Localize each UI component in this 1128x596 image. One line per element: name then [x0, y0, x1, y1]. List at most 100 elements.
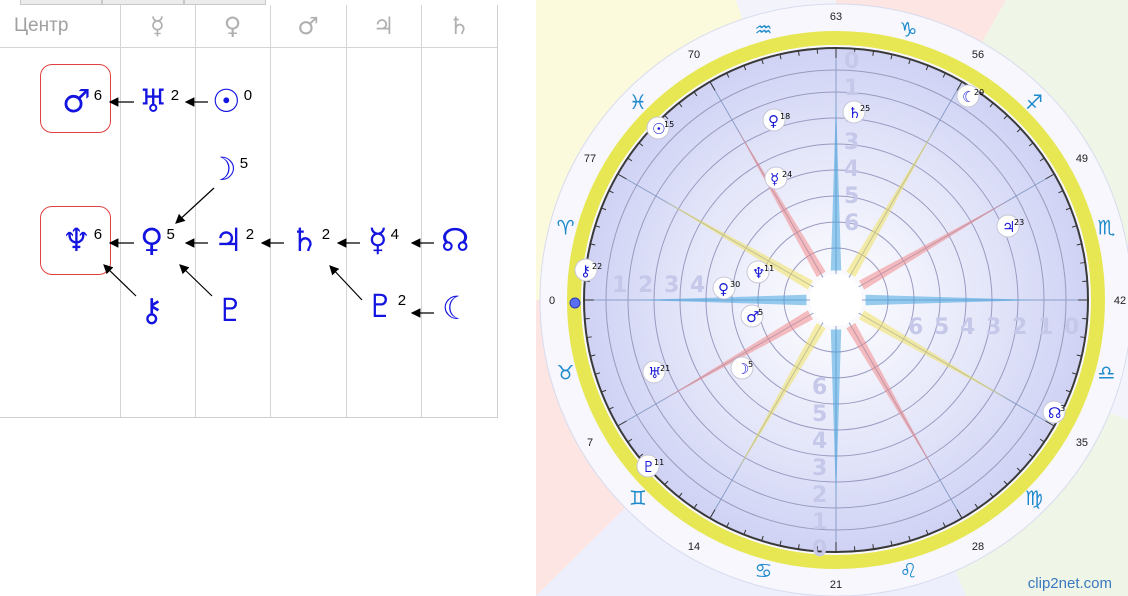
- lilith-degree: 29: [974, 88, 984, 97]
- node-node[interactable]: ☊: [441, 222, 472, 258]
- planet-marker-moon[interactable]: ☽5: [730, 356, 754, 380]
- neptune-icon: ♆: [62, 221, 91, 259]
- moon-degree: 5: [748, 360, 753, 369]
- proserpina-degree: 11: [654, 458, 664, 467]
- house-number: 4: [690, 273, 705, 298]
- house-number: 3: [664, 273, 679, 298]
- house-number: 6: [812, 375, 827, 400]
- uranus-degree: 21: [660, 364, 670, 373]
- planet-marker-node[interactable]: ☊3: [1042, 400, 1066, 424]
- sun-node[interactable]: ☉ 0: [212, 83, 252, 119]
- zodiac-sign-icon: ♈: [557, 216, 575, 240]
- pluto-icon: ♀: [768, 112, 779, 130]
- header-venus-icon: ♀: [223, 12, 242, 40]
- pluto-node[interactable]: ♇ 2: [366, 288, 406, 324]
- wheel-svg: 1234654321001234566543210 63564942352821…: [536, 0, 1128, 596]
- degree-label: 49: [1076, 153, 1088, 165]
- mercury-icon: ☿: [368, 221, 388, 259]
- uranus-node[interactable]: ♅ 2: [139, 83, 179, 119]
- degree-label: 35: [1076, 437, 1088, 449]
- saturn-icon: ♄: [290, 221, 319, 259]
- zodiac-sign-icon: ♋: [755, 558, 773, 582]
- house-number: 3: [986, 315, 1001, 340]
- proserpina-icon: ♇: [216, 291, 245, 329]
- degree-label: 0: [549, 295, 555, 307]
- house-number: 2: [1012, 315, 1027, 340]
- degree-label: 42: [1114, 295, 1126, 307]
- degree-label: 21: [830, 579, 842, 591]
- zodiac-sign-icon: ♏: [1097, 216, 1115, 240]
- house-number: 3: [812, 456, 827, 481]
- neptune-value: 6: [93, 226, 103, 243]
- zodiac-sign-icon: ♓: [629, 90, 647, 114]
- venus-icon: ♀: [718, 280, 729, 298]
- sun-degree: 15: [664, 120, 674, 129]
- degree-label: 63: [830, 11, 842, 23]
- planet-marker-mars[interactable]: ♂5: [740, 304, 764, 328]
- house-number: 5: [812, 402, 827, 427]
- jupiter-icon: ♃: [214, 221, 243, 259]
- saturn-node[interactable]: ♄ 2: [290, 222, 330, 258]
- mercury-degree: 24: [782, 170, 792, 179]
- degree-label: 28: [972, 541, 984, 553]
- house-number: 0: [812, 537, 827, 562]
- watermark: clip2net.com: [1027, 575, 1112, 592]
- header-center-label: Центр: [14, 15, 69, 36]
- house-number: 1: [1038, 315, 1053, 340]
- house-number: 1: [612, 273, 627, 298]
- house-number: 6: [844, 211, 859, 236]
- saturn-value: 2: [321, 226, 331, 243]
- house-number: 1: [812, 510, 827, 535]
- mars-degree: 5: [758, 308, 763, 317]
- venus-value: 5: [166, 226, 175, 243]
- house-number: 6: [908, 315, 923, 340]
- header-mars-icon: ♂: [297, 12, 319, 40]
- jupiter-value: 2: [245, 226, 255, 243]
- dispositor-panel: Центр ☿ ♀ ♂ ♃ ♄ ♂ 6 ♅ 2 ☉ 0 ☽ 5 ♆ 6 ♀ 5 …: [0, 0, 536, 596]
- header-mercury-icon: ☿: [150, 12, 165, 40]
- neptune-node[interactable]: ♆ 6: [62, 222, 102, 258]
- proserpina-node[interactable]: ♇: [216, 292, 248, 328]
- node-degree: 3: [1060, 404, 1065, 413]
- degree-label: 7: [587, 437, 593, 449]
- house-number: 4: [812, 429, 827, 454]
- venus-node[interactable]: ♀ 5: [140, 222, 175, 258]
- saturn-degree: 25: [860, 104, 870, 113]
- mars-node[interactable]: ♂ 6: [62, 83, 102, 119]
- column-divider: [195, 5, 196, 417]
- moon-node[interactable]: ☽ 5: [208, 151, 248, 187]
- degree-label: 56: [972, 49, 984, 61]
- zodiac-sign-icon: ♒: [755, 18, 773, 42]
- venus-icon: ♀: [140, 221, 164, 259]
- zodiac-sign-icon: ♌: [900, 558, 918, 582]
- column-divider: [270, 5, 271, 417]
- mercury-node[interactable]: ☿ 4: [368, 222, 399, 258]
- jupiter-degree: 23: [1014, 218, 1024, 227]
- zodiac-sign-icon: ♍: [1025, 486, 1043, 510]
- neptune-degree: 11: [764, 264, 774, 273]
- house-number: 1: [844, 76, 859, 101]
- sun-icon: ☉: [212, 82, 241, 120]
- chiron-icon: ⚷: [580, 262, 591, 280]
- pluto-degree: 18: [780, 112, 790, 121]
- mercury-value: 4: [390, 226, 399, 243]
- chiron-degree: 22: [592, 262, 602, 271]
- degree-label: 14: [688, 541, 700, 553]
- header-jupiter-icon: ♃: [372, 12, 395, 40]
- chiron-node[interactable]: ⚷: [140, 292, 166, 328]
- zodiac-sign-icon: ♑: [900, 18, 918, 42]
- jupiter-node[interactable]: ♃ 2: [214, 222, 254, 258]
- north-node-icon: ☊: [441, 221, 470, 259]
- lilith-node[interactable]: ☾: [442, 290, 474, 326]
- ascendant-marker: [569, 297, 581, 309]
- pluto-icon: ♇: [366, 287, 395, 325]
- house-number: 4: [960, 315, 975, 340]
- house-number: 0: [844, 49, 859, 74]
- house-number: 5: [934, 315, 949, 340]
- zodiac-sign-icon: ♐: [1025, 90, 1043, 114]
- mars-value: 6: [93, 87, 103, 104]
- column-divider: [120, 5, 121, 417]
- house-number: 4: [844, 157, 859, 182]
- degree-label: 77: [584, 153, 596, 165]
- header-divider: [0, 47, 497, 48]
